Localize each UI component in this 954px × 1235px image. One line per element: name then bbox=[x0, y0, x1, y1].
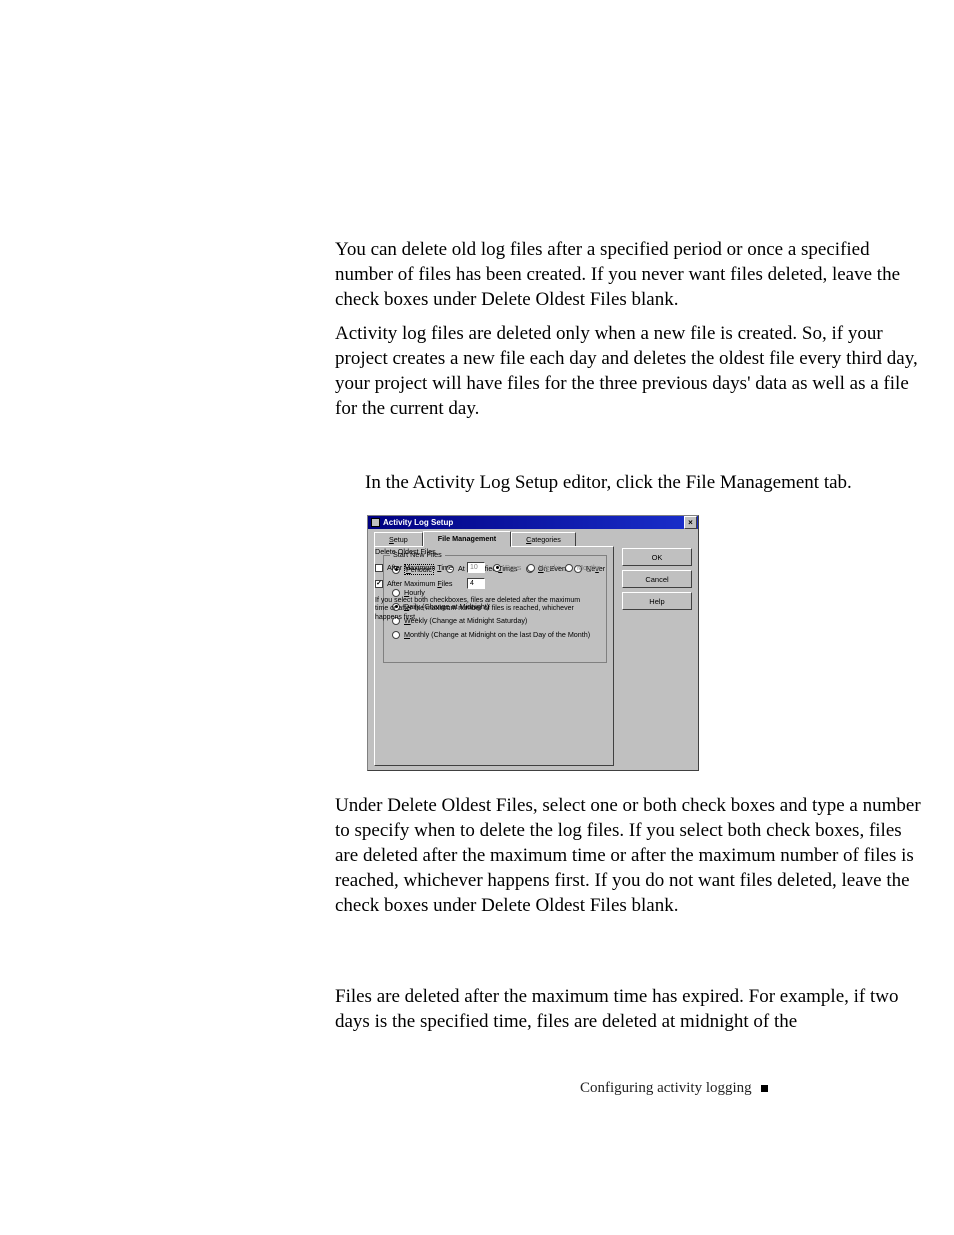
dialog-titlebar[interactable]: Activity Log Setup × bbox=[368, 516, 698, 529]
cancel-button[interactable]: Cancel bbox=[622, 570, 692, 588]
instruction-text: In the Activity Log Setup editor, click … bbox=[365, 470, 925, 495]
radio-icon bbox=[392, 631, 400, 639]
paragraph-1: You can delete old log files after a spe… bbox=[335, 237, 925, 312]
radio-monthly[interactable]: Monthly (Change at Midnight on the last … bbox=[392, 630, 590, 639]
ok-button[interactable]: OK bbox=[622, 548, 692, 566]
checkbox-icon bbox=[375, 580, 383, 588]
tabstrip: Setup File Management Categories bbox=[374, 532, 576, 547]
delete-note: If you select both checkboxes, files are… bbox=[375, 597, 585, 622]
paragraph-3: Under Delete Oldest Files, select one or… bbox=[335, 793, 925, 918]
radio-months: Months bbox=[565, 563, 601, 572]
close-icon[interactable]: × bbox=[684, 516, 697, 529]
activity-log-setup-dialog: Activity Log Setup × Setup File Manageme… bbox=[367, 515, 699, 771]
file-management-panel: Start New Files Periodic At Specified Ti… bbox=[374, 546, 614, 766]
radio-icon bbox=[527, 564, 535, 572]
tab-categories-label: ategories bbox=[531, 535, 561, 544]
dialog-buttons: OK Cancel Help bbox=[622, 548, 692, 614]
tab-categories[interactable]: Categories bbox=[511, 532, 576, 547]
max-time-input[interactable]: 10 bbox=[467, 562, 485, 573]
app-icon bbox=[371, 518, 380, 527]
footer-bullet-icon bbox=[761, 1085, 768, 1092]
dialog-body: Setup File Management Categories Start N… bbox=[368, 529, 698, 770]
dialog-title: Activity Log Setup bbox=[383, 516, 453, 529]
tab-file-management[interactable]: File Management bbox=[423, 531, 511, 547]
delete-oldest-legend: Delete Oldest Files bbox=[375, 547, 436, 556]
checkbox-after-max-time[interactable]: After Maximum Time bbox=[375, 563, 453, 572]
radio-icon bbox=[392, 589, 400, 597]
help-button[interactable]: Help bbox=[622, 592, 692, 610]
checkbox-icon bbox=[375, 564, 383, 572]
tab-setup[interactable]: Setup bbox=[374, 532, 423, 547]
radio-weeks: Weeks bbox=[527, 563, 561, 572]
page-footer: Configuring activity logging bbox=[580, 1080, 768, 1097]
footer-text: Configuring activity logging bbox=[580, 1080, 752, 1096]
max-files-input[interactable]: 4 bbox=[467, 578, 485, 589]
tab-setup-label: etup bbox=[394, 535, 408, 544]
radio-hourly[interactable]: Hourly bbox=[392, 588, 425, 597]
radio-icon bbox=[565, 564, 573, 572]
paragraph-4: Files are deleted after the maximum time… bbox=[335, 984, 925, 1034]
radio-days: Days bbox=[493, 563, 521, 572]
paragraph-2: Activity log files are deleted only when… bbox=[335, 321, 925, 421]
page: You can delete old log files after a spe… bbox=[0, 0, 954, 1235]
checkbox-after-max-files[interactable]: After Maximum Files bbox=[375, 579, 453, 588]
radio-icon bbox=[493, 564, 501, 572]
